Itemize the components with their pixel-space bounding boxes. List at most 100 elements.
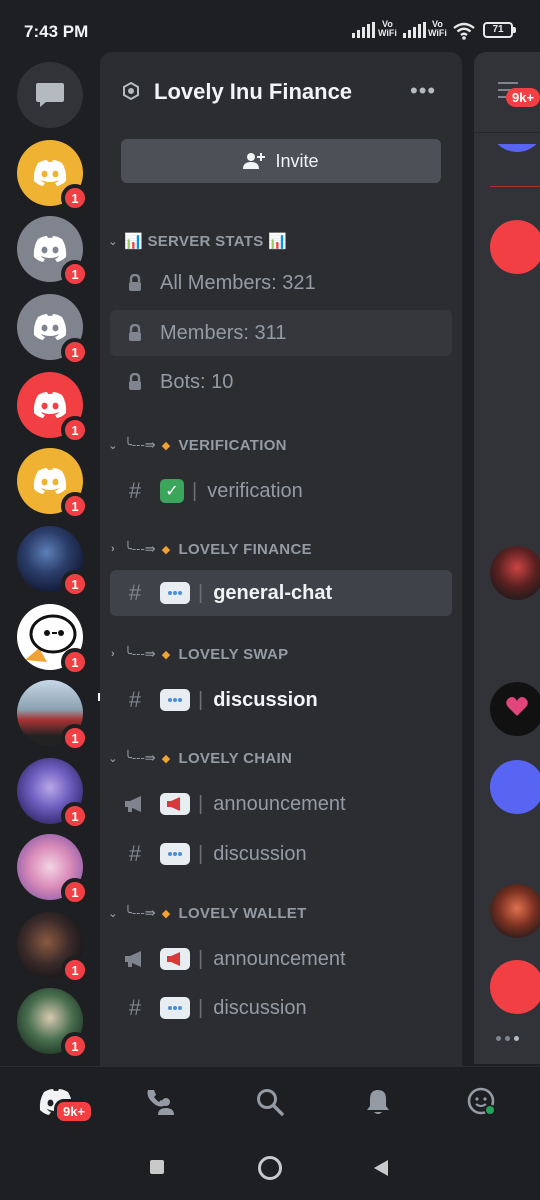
message-avatar	[490, 884, 540, 938]
category-label: LOVELY WALLET	[178, 904, 307, 922]
channel-bots[interactable]: Bots: 10	[110, 359, 452, 405]
unread-badge: 1	[61, 956, 89, 984]
category-lovely-finance[interactable]: › ╰---⇛ ◆ LOVELY FINANCE	[100, 534, 312, 564]
bottom-navigation: 9k+	[0, 1066, 540, 1136]
chevron-down-icon: ⌄	[108, 235, 118, 248]
channel-label: discussion	[213, 996, 307, 1019]
megaphone-icon	[110, 795, 160, 813]
message-avatar	[490, 960, 540, 1014]
channel-members[interactable]: Members: 311	[110, 310, 452, 356]
speech-balloon-icon	[160, 843, 190, 865]
channel-label: All Members: 321	[160, 271, 316, 294]
battery-icon: 71	[483, 22, 516, 38]
lock-icon	[110, 274, 160, 292]
message-avatar	[490, 546, 540, 600]
separator: |	[198, 947, 204, 970]
nav-friends[interactable]	[140, 1085, 180, 1119]
separator: |	[198, 996, 204, 1019]
server-icon-4[interactable]: 1	[17, 372, 89, 444]
diamond-icon: ◆	[161, 439, 171, 452]
divider	[474, 132, 540, 133]
diamond-icon: ◆	[161, 648, 171, 661]
server-icon-12[interactable]: 1	[17, 988, 89, 1060]
signal-icon	[352, 22, 375, 38]
category-decoration: ╰---⇛	[124, 437, 156, 452]
friends-icon	[147, 1090, 174, 1115]
invite-button[interactable]: Invite	[121, 139, 441, 183]
speech-balloon-icon	[160, 689, 190, 711]
category-lovely-wallet[interactable]: ⌄ ╰---⇛ ◆ LOVELY WALLET	[100, 898, 307, 928]
nav-notifications[interactable]	[358, 1085, 398, 1119]
server-icon-10[interactable]: 1	[17, 834, 89, 906]
home-icon[interactable]	[258, 1156, 282, 1180]
recent-apps-icon[interactable]	[150, 1160, 164, 1174]
category-verification[interactable]: ⌄ ╰---⇛ ◆ VERIFICATION	[100, 430, 287, 460]
discord-logo-icon	[33, 160, 67, 186]
server-icon-7[interactable]: 1	[17, 604, 89, 676]
chevron-right-icon: ›	[111, 543, 115, 555]
bell-icon	[367, 1090, 389, 1114]
category-label: VERIFICATION	[178, 436, 287, 454]
separator: |	[198, 581, 204, 604]
more-options-icon[interactable]: •••	[410, 78, 436, 104]
unread-badge: 1	[61, 184, 89, 212]
unread-badge: 1	[61, 338, 89, 366]
channel-wallet-discussion[interactable]: # | discussion	[110, 985, 452, 1031]
lock-icon	[110, 373, 160, 391]
server-icon-6[interactable]: 1	[17, 526, 89, 598]
server-header[interactable]: Lovely Inu Finance •••	[100, 52, 462, 130]
status-bar: 7:43 PM Vo WiFi Vo WiFi 71	[0, 0, 540, 56]
unread-badge: 1	[61, 416, 89, 444]
hashtag-icon: #	[128, 478, 142, 503]
server-icon-3[interactable]: 1	[17, 294, 89, 366]
unread-badge: 1	[61, 802, 89, 830]
message-avatar	[490, 682, 540, 736]
discord-logo-icon	[33, 314, 67, 340]
channel-chain-discussion[interactable]: # | discussion	[110, 831, 452, 877]
direct-messages-button[interactable]	[17, 62, 83, 128]
chevron-down-icon: ⌄	[108, 752, 118, 765]
message-avatar	[490, 760, 540, 814]
channel-swap-discussion[interactable]: # | discussion	[110, 677, 452, 723]
category-decoration: ╰---⇛	[124, 750, 156, 765]
back-icon[interactable]	[372, 1158, 390, 1178]
nav-profile[interactable]	[462, 1085, 502, 1119]
chat-preview-panel[interactable]: 9k+	[474, 52, 540, 1064]
category-lovely-chain[interactable]: ⌄ ╰---⇛ ◆ LOVELY CHAIN	[100, 743, 292, 773]
category-decoration: ╰---⇛	[124, 646, 156, 661]
speech-balloon-icon	[160, 582, 190, 604]
lock-icon	[110, 324, 160, 342]
channel-all-members[interactable]: All Members: 321	[110, 260, 452, 306]
nav-search[interactable]	[250, 1085, 290, 1119]
server-icon-9[interactable]: 1	[17, 758, 89, 830]
category-server-stats[interactable]: ⌄ 📊 SERVER STATS 📊	[100, 226, 287, 256]
discord-logo-icon	[33, 468, 67, 494]
mention-count-badge: 9k+	[54, 1099, 95, 1124]
category-lovely-swap[interactable]: › ╰---⇛ ◆ LOVELY SWAP	[100, 639, 288, 669]
nav-home[interactable]: 9k+	[36, 1085, 95, 1124]
wifi-icon	[453, 22, 475, 40]
channel-general-chat[interactable]: # | general-chat	[110, 570, 452, 616]
diamond-icon: ◆	[161, 752, 171, 765]
server-icon-11[interactable]: 1	[17, 912, 89, 984]
unread-badge: 1	[61, 492, 89, 520]
category-label: LOVELY SWAP	[178, 645, 289, 663]
channel-wallet-announcement[interactable]: | announcement	[110, 936, 452, 982]
server-icon-2[interactable]: 1	[17, 216, 89, 288]
channel-verification[interactable]: # ✓ | verification	[110, 468, 452, 514]
hashtag-icon: #	[128, 995, 142, 1020]
server-icon-8[interactable]: 1	[17, 680, 89, 752]
server-icon-5[interactable]: 1	[17, 448, 89, 520]
vowifi-indicator-2: Vo WiFi	[428, 19, 447, 38]
community-server-icon	[123, 82, 139, 100]
server-icon-1[interactable]: 1	[17, 140, 89, 212]
server-name: Lovely Inu Finance	[154, 79, 353, 104]
megaphone-icon	[110, 950, 160, 968]
channel-panel: Lovely Inu Finance ••• Invite ⌄ 📊 SERVER…	[100, 52, 462, 1072]
chevron-down-icon: ⌄	[108, 907, 118, 920]
channel-label: general-chat	[213, 581, 333, 604]
hashtag-icon: #	[128, 687, 142, 712]
category-decoration: ╰---⇛	[124, 905, 156, 920]
separator: |	[192, 479, 198, 502]
channel-chain-announcement[interactable]: | announcement	[110, 781, 452, 827]
